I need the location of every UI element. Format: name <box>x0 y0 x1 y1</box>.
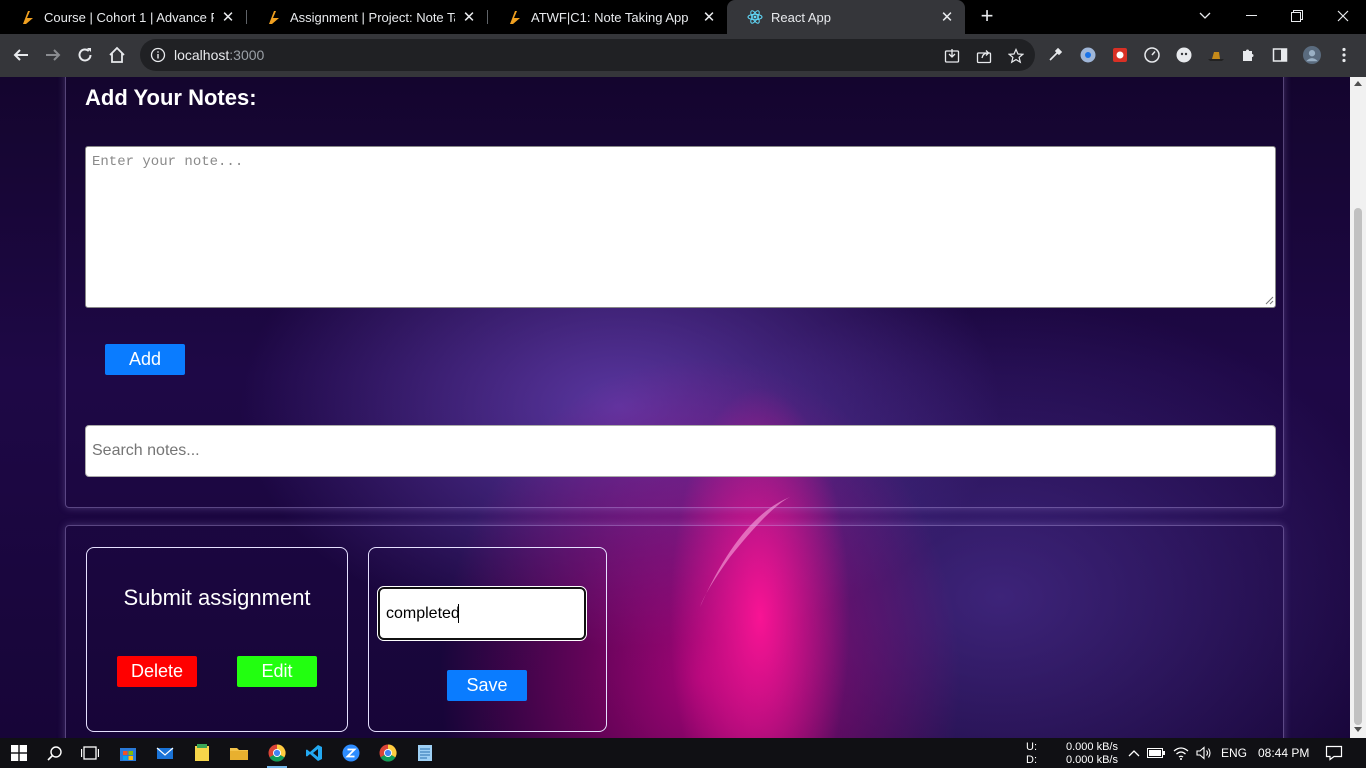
notepad-icon[interactable] <box>413 741 437 765</box>
back-button[interactable] <box>8 42 34 68</box>
url-text: localhost:3000 <box>174 47 265 63</box>
browser-tab-bar: Course | Cohort 1 | Advance Full Stack ✕… <box>0 0 1366 34</box>
clock[interactable]: 08:44 PM <box>1258 746 1309 760</box>
chrome-taskbar-icon[interactable] <box>265 741 289 768</box>
scrollbar-thumb[interactable] <box>1354 208 1362 725</box>
save-button[interactable]: Save <box>447 670 527 701</box>
extension-hat-icon[interactable] <box>1207 46 1225 64</box>
note-card <box>86 547 348 732</box>
extension-blue-icon[interactable] <box>1079 46 1097 64</box>
search-icon[interactable] <box>43 741 67 765</box>
chevron-up-icon[interactable] <box>1122 741 1146 765</box>
windows-start-icon[interactable] <box>7 741 31 765</box>
edit-button[interactable]: Edit <box>237 656 317 687</box>
reload-button[interactable] <box>72 42 98 68</box>
chrome-alt-icon[interactable] <box>376 741 400 765</box>
close-icon <box>1337 10 1349 22</box>
tab-search-button[interactable] <box>1182 0 1228 32</box>
language-indicator[interactable]: ENG <box>1221 746 1247 760</box>
tab-title: ATWF|C1: Note Taking App <box>531 9 689 25</box>
home-button[interactable] <box>104 42 130 68</box>
tab-assignment[interactable]: Assignment | Project: Note Taking App ✕ <box>246 0 487 34</box>
file-explorer-icon[interactable] <box>227 741 251 765</box>
battery-icon[interactable] <box>1144 741 1168 765</box>
delete-button[interactable]: Delete <box>117 656 197 687</box>
restore-icon <box>1291 10 1303 22</box>
notification-icon[interactable] <box>1322 741 1346 765</box>
volume-icon[interactable] <box>1192 741 1216 765</box>
note-textarea[interactable] <box>85 146 1276 308</box>
close-icon[interactable]: ✕ <box>701 9 717 26</box>
tab-atwf[interactable]: ATWF|C1: Note Taking App ✕ <box>487 0 727 34</box>
net-download-label: D: <box>1026 754 1037 766</box>
resize-handle-icon[interactable] <box>1265 296 1274 305</box>
speed-dial-icon[interactable] <box>1143 46 1161 64</box>
arrow-left-icon <box>13 49 28 61</box>
minimize-icon <box>1245 15 1257 16</box>
share-icon[interactable] <box>975 47 993 65</box>
chevron-down-icon <box>1199 12 1211 19</box>
home-icon <box>109 46 125 63</box>
wifi-icon[interactable] <box>1169 741 1193 765</box>
tab-react-app[interactable]: React App ✕ <box>727 0 965 34</box>
net-upload-speed: 0.000 kB/s <box>1066 741 1118 753</box>
tab-title: Assignment | Project: Note Taking App <box>290 9 455 25</box>
store-icon[interactable] <box>116 741 140 765</box>
forward-button[interactable] <box>40 42 66 68</box>
puzzle-extensions-icon[interactable] <box>1239 46 1257 64</box>
arrow-right-icon <box>46 49 61 61</box>
scroll-down-arrow-icon[interactable] <box>1354 727 1362 732</box>
star-icon[interactable] <box>1007 47 1025 65</box>
task-view-icon[interactable] <box>78 741 102 765</box>
close-window-button[interactable] <box>1320 0 1366 32</box>
net-upload-label: U: <box>1026 741 1037 753</box>
add-button[interactable]: Add <box>105 344 185 375</box>
reload-icon <box>78 48 92 62</box>
search-input[interactable] <box>85 425 1276 477</box>
tab-course[interactable]: Course | Cohort 1 | Advance Full Stack ✕ <box>0 0 246 34</box>
close-icon[interactable]: ✕ <box>939 9 955 26</box>
coding-ninjas-icon <box>266 9 282 25</box>
react-icon <box>747 9 763 25</box>
note-text: Submit assignment <box>123 585 311 610</box>
install-app-icon[interactable] <box>943 47 961 65</box>
tab-title: React App <box>771 9 831 25</box>
zoom-icon[interactable] <box>339 741 363 765</box>
windows-taskbar: U: D: 0.000 kB/s 0.000 kB/s ENG 08:44 PM <box>0 738 1366 768</box>
extension-red-icon[interactable] <box>1111 46 1129 64</box>
profile-avatar[interactable] <box>1303 46 1321 64</box>
page-scrollbar[interactable] <box>1350 77 1366 738</box>
side-panel-icon[interactable] <box>1271 46 1289 64</box>
tab-title: Course | Cohort 1 | Advance Full Stack <box>44 9 214 25</box>
vscode-icon[interactable] <box>302 741 326 765</box>
text-caret <box>458 604 459 623</box>
minimize-button[interactable] <box>1228 0 1274 32</box>
scroll-up-arrow-icon[interactable] <box>1354 81 1362 86</box>
coding-ninjas-icon <box>507 9 523 25</box>
browser-toolbar: localhost:3000 <box>0 34 1366 77</box>
new-tab-button[interactable]: + <box>976 5 998 28</box>
extension-face-icon[interactable] <box>1175 46 1193 64</box>
page-viewport: Add Your Notes: Add Submit assignment De… <box>0 77 1350 738</box>
eyedropper-extension-icon[interactable] <box>1046 46 1064 64</box>
mail-icon[interactable] <box>153 741 177 765</box>
info-icon[interactable] <box>150 47 166 63</box>
edit-note-input[interactable] <box>377 586 587 641</box>
address-bar[interactable]: localhost:3000 <box>140 39 1035 71</box>
coding-ninjas-icon <box>20 9 36 25</box>
close-icon[interactable]: ✕ <box>461 9 477 26</box>
notes-app-icon[interactable] <box>190 741 214 765</box>
close-icon[interactable]: ✕ <box>220 9 236 26</box>
restore-button[interactable] <box>1274 0 1320 32</box>
more-menu-icon[interactable] <box>1335 46 1353 64</box>
net-download-speed: 0.000 kB/s <box>1066 754 1118 766</box>
page-title: Add Your Notes: <box>85 85 257 110</box>
